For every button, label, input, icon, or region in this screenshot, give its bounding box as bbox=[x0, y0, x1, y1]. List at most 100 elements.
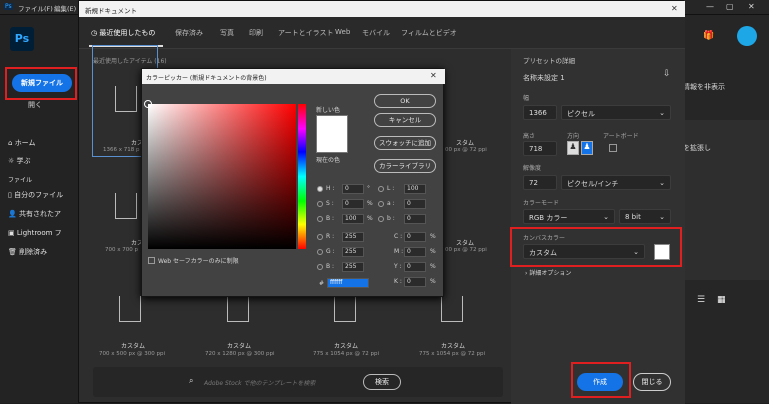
width-input[interactable]: 1366 bbox=[523, 105, 557, 120]
landscape-orientation-icon[interactable]: ♟ bbox=[581, 141, 593, 155]
tab-art[interactable]: アートとイラスト bbox=[278, 28, 333, 38]
r-radio[interactable] bbox=[317, 234, 323, 240]
h-input[interactable]: 0 bbox=[342, 184, 364, 194]
sidebar-item-learn[interactable]: ☼ 学ぶ bbox=[8, 156, 31, 166]
tab-recent[interactable]: ◷ 最近使用したもの bbox=[91, 28, 155, 38]
recent-item-name: スタム bbox=[456, 140, 475, 147]
lab-b-input[interactable]: 0 bbox=[404, 214, 426, 224]
document-thumbnail-icon bbox=[115, 193, 137, 219]
list-view-icon[interactable]: ☰ bbox=[697, 295, 705, 305]
menu-file[interactable]: ファイル(F) bbox=[18, 3, 53, 13]
color-mode-select[interactable]: RGB カラー ⌄ bbox=[523, 209, 615, 224]
current-color-label: 現在の色 bbox=[316, 157, 341, 164]
m-input[interactable]: 0 bbox=[404, 247, 426, 257]
orientation-label: 方向 bbox=[567, 133, 580, 140]
sidebar-item-home[interactable]: ⌂ ホーム bbox=[8, 138, 35, 148]
tab-mobile[interactable]: モバイル bbox=[362, 28, 390, 38]
minimize-icon[interactable]: — bbox=[706, 2, 714, 11]
user-icon: 👤 bbox=[8, 210, 17, 218]
s-input[interactable]: 0 bbox=[342, 199, 364, 209]
bit-depth-select[interactable]: 8 bit ⌄ bbox=[619, 209, 671, 224]
close-button[interactable]: 閉じる bbox=[633, 373, 671, 391]
sidebar-item-lightroom[interactable]: ▣ Lightroom フ bbox=[8, 228, 62, 238]
r-input[interactable]: 255 bbox=[342, 232, 364, 242]
recent-item-size: 700 x 500 px @ 300 ppi bbox=[99, 351, 165, 357]
document-thumbnail-icon bbox=[227, 296, 249, 322]
close-icon[interactable]: ✕ bbox=[671, 4, 678, 13]
resolution-input[interactable]: 72 bbox=[523, 175, 557, 190]
blue-input[interactable]: 255 bbox=[342, 262, 364, 272]
recent-item-size: 775 x 1054 px @ 72 ppi bbox=[419, 351, 485, 357]
a-radio[interactable] bbox=[378, 201, 384, 207]
grid-view-icon[interactable]: ▦ bbox=[717, 295, 726, 305]
artboard-label: アートボード bbox=[603, 133, 639, 140]
lab-b-radio[interactable] bbox=[378, 216, 384, 222]
chevron-right-icon: › bbox=[525, 270, 528, 277]
preset-name-field[interactable]: 名称未設定 1 bbox=[523, 73, 565, 83]
sidebar-item-deleted[interactable]: 🗑 削除済み bbox=[8, 247, 47, 257]
k-input[interactable]: 0 bbox=[404, 277, 426, 287]
artboard-checkbox[interactable] bbox=[609, 144, 617, 152]
tab-print[interactable]: 印刷 bbox=[249, 28, 263, 38]
tab-saved[interactable]: 保存済み bbox=[175, 28, 203, 38]
hue-slider[interactable] bbox=[298, 104, 306, 249]
l-radio[interactable] bbox=[378, 186, 384, 192]
resolution-unit-select[interactable]: ピクセル/インチ ⌄ bbox=[561, 175, 671, 190]
recent-item-name: カスタム bbox=[441, 343, 466, 350]
close-icon[interactable]: ✕ bbox=[430, 71, 437, 80]
recent-item-size: 00 px @ 72 ppi bbox=[445, 247, 487, 253]
color-libraries-button[interactable]: カラーライブラリ bbox=[374, 159, 436, 173]
avatar[interactable] bbox=[737, 26, 757, 46]
y-input[interactable]: 0 bbox=[404, 262, 426, 272]
color-picker-dialog: カラーピッカー (新規ドキュメントの背景色) ✕ 新しい色 現在の色 OK キャ… bbox=[141, 68, 445, 297]
web-safe-label: Web セーフカラーのみに制限 bbox=[158, 258, 239, 265]
lightbulb-icon: ☼ bbox=[8, 157, 15, 165]
sidebar-item-shared[interactable]: 👤 共有されたア bbox=[8, 209, 61, 219]
width-label: 幅 bbox=[523, 95, 530, 102]
save-preset-icon[interactable]: ⇩ bbox=[663, 69, 671, 79]
tab-photo[interactable]: 写真 bbox=[220, 28, 234, 38]
tab-film[interactable]: フィルムとビデオ bbox=[401, 28, 457, 38]
h-radio[interactable] bbox=[317, 186, 323, 192]
sidebar-section-files: ファイル bbox=[8, 177, 33, 184]
hide-info-text[interactable]: 情報を非表示 bbox=[683, 82, 725, 92]
height-input[interactable]: 718 bbox=[523, 141, 557, 156]
search-button[interactable]: 検索 bbox=[363, 374, 401, 390]
g-radio[interactable] bbox=[317, 249, 323, 255]
stock-search-input[interactable]: Adobe Stock で他のテンプレートを検索 bbox=[204, 378, 315, 387]
maximize-icon[interactable]: ▢ bbox=[726, 2, 734, 11]
photoshop-logo: Ps bbox=[10, 27, 34, 51]
color-cursor[interactable] bbox=[144, 100, 152, 108]
c-input[interactable]: 0 bbox=[404, 232, 426, 242]
height-label: 高さ bbox=[523, 133, 536, 140]
recent-item-size: 1366 x 718 p bbox=[103, 147, 140, 153]
ok-button[interactable]: OK bbox=[374, 94, 436, 108]
width-unit-select[interactable]: ピクセル ⌄ bbox=[561, 105, 671, 120]
highlight-canvas-color bbox=[510, 227, 682, 267]
web-safe-checkbox[interactable] bbox=[148, 257, 155, 264]
add-to-swatches-button[interactable]: スウォッチに追加 bbox=[374, 136, 436, 150]
tab-web[interactable]: Web bbox=[335, 28, 350, 36]
search-icon: ⌕ bbox=[189, 376, 194, 385]
recent-item-name: カスタム bbox=[227, 343, 252, 350]
hex-input[interactable]: ffffff bbox=[327, 278, 369, 288]
sidebar-item-my-files[interactable]: ▯ 自分のファイル bbox=[8, 190, 63, 200]
saturation-brightness-field[interactable] bbox=[148, 104, 296, 249]
menu-edit[interactable]: 編集(E) bbox=[54, 3, 76, 13]
cancel-button[interactable]: キャンセル bbox=[374, 113, 436, 127]
gift-icon[interactable]: 🎁 bbox=[703, 31, 714, 41]
brightness-input[interactable]: 100 bbox=[342, 214, 364, 224]
file-icon: ▯ bbox=[8, 191, 12, 199]
open-button[interactable]: 開く bbox=[28, 100, 42, 110]
g-input[interactable]: 255 bbox=[342, 247, 364, 257]
b-radio[interactable] bbox=[317, 216, 323, 222]
close-window-icon[interactable]: ✕ bbox=[748, 2, 755, 11]
a-input[interactable]: 0 bbox=[404, 199, 426, 209]
document-thumbnail-icon bbox=[334, 296, 356, 322]
recent-item-size: 00 px @ 72 ppi bbox=[445, 147, 487, 153]
advanced-options-toggle[interactable]: › 詳細オプション bbox=[525, 268, 571, 277]
blue-radio[interactable] bbox=[317, 264, 323, 270]
l-input[interactable]: 100 bbox=[404, 184, 426, 194]
portrait-orientation-icon[interactable]: ♟ bbox=[567, 141, 579, 155]
s-radio[interactable] bbox=[317, 201, 323, 207]
